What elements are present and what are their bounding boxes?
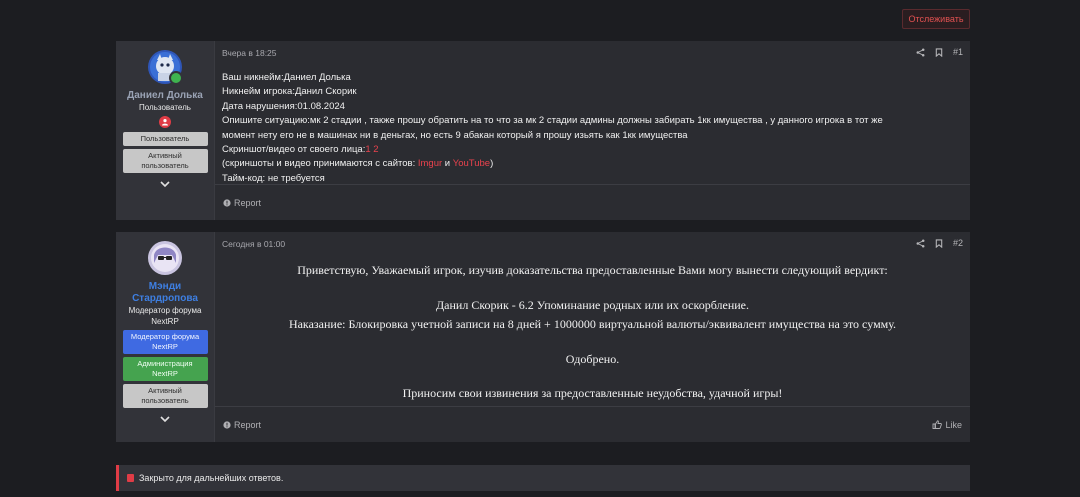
user-title: Пользователь — [139, 103, 191, 112]
message-text: Скриншот/видео от своего лица: — [222, 144, 366, 156]
chevron-down-icon[interactable] — [159, 414, 171, 424]
thread-closed-notice: Закрыто для дальнейших ответов. — [116, 465, 970, 491]
post-number[interactable]: #1 — [953, 47, 963, 57]
like-label: Like — [945, 419, 962, 430]
username-line: Мэнди — [148, 281, 182, 292]
message-line: момент нету его не в машинах ни в деньга… — [222, 129, 688, 141]
like-button[interactable]: Like — [932, 420, 962, 430]
message-text: и — [442, 158, 453, 170]
post-user-panel: Мэнди Стардропова Модератор форума NextR… — [116, 232, 215, 442]
report-icon — [223, 420, 231, 429]
report-label: Report — [234, 419, 262, 430]
report-label: Report — [234, 197, 262, 208]
message-line: Опишите ситуацию:мк 2 стадии , также про… — [222, 115, 883, 127]
post-body: Сегодня в 01:00 #2 Приветствую, Уважаемы… — [215, 232, 970, 442]
closed-notice-text: Закрыто для дальнейших ответов. — [139, 473, 284, 483]
post-date[interactable]: Сегодня в 01:00 — [222, 239, 285, 249]
post-actions: #1 — [916, 47, 963, 57]
post-message: Ваш никнейм:Даниел Долька Никнейм игрока… — [222, 71, 942, 186]
share-icon[interactable] — [916, 239, 925, 248]
user-banner-active: Активный пользователь — [122, 384, 208, 408]
message-paragraph: Приносим свои извинения за предоставленн… — [402, 386, 783, 400]
post-footer: Report Like — [215, 406, 970, 442]
lock-icon — [127, 474, 134, 482]
bookmark-icon[interactable] — [935, 238, 943, 248]
share-icon[interactable] — [916, 48, 925, 57]
thumbs-up-icon — [933, 420, 943, 429]
evidence-link-1[interactable]: 1 — [365, 144, 370, 155]
message-text: ) — [490, 158, 494, 170]
youtube-link[interactable]: YouTube — [453, 158, 490, 169]
message-paragraph: Приветствую, Уважаемый игрок, изучив док… — [297, 263, 888, 277]
message-paragraph: Данил Скорик - 6.2 Упоминание родных или… — [435, 297, 750, 312]
user-banner-active: Активный пользователь — [122, 149, 208, 173]
chevron-down-icon[interactable] — [159, 179, 171, 189]
message-line: Скриншот/видео от своего лица:1 2 — [222, 143, 942, 157]
report-button[interactable]: Report — [223, 420, 261, 430]
report-icon — [223, 198, 231, 207]
online-status-icon — [169, 71, 183, 85]
post-message: Приветствую, Уважаемый игрок, изучив док… — [215, 262, 970, 403]
username[interactable]: Мэнди Стардропова — [132, 281, 198, 305]
user-title: Модератор форума NextRP — [128, 306, 202, 326]
post-1: Даниел Долька Пользователь Пользователь … — [116, 41, 970, 220]
user-banner-user: Пользователь — [122, 132, 208, 146]
user-banner-admin: Администрация NextRP — [122, 357, 208, 381]
report-button[interactable]: Report — [223, 198, 261, 208]
post-body: Вчера в 18:25 #1 Ваш никнейм:Даниел Доль… — [215, 41, 970, 220]
post-number[interactable]: #2 — [953, 238, 963, 248]
bookmark-icon[interactable] — [935, 47, 943, 57]
post-user-panel: Даниел Долька Пользователь Пользователь … — [116, 41, 215, 220]
message-paragraph: Наказание: Блокировка учетной записи на … — [288, 317, 897, 331]
message-text: (скриншоты и видео принимаются с сайтов: — [222, 158, 418, 170]
user-banner-moderator: Модератор форума NextRP — [122, 330, 208, 354]
post-2: Мэнди Стардропова Модератор форума NextR… — [116, 232, 970, 442]
avatar[interactable] — [148, 241, 182, 275]
message-line: Никнейм игрока:Данил Скорик — [222, 86, 357, 98]
imgur-link[interactable]: Imgur — [418, 158, 442, 169]
post-actions: #2 — [916, 238, 963, 248]
post-date[interactable]: Вчера в 18:25 — [222, 48, 277, 58]
evidence-link-2[interactable]: 2 — [373, 144, 378, 155]
user-badge-icon — [159, 116, 171, 128]
message-line: Ваш никнейм:Даниел Долька — [222, 72, 351, 83]
post-footer: Report — [215, 184, 970, 220]
avatar[interactable] — [148, 50, 183, 85]
message-line: (скриншоты и видео принимаются с сайтов:… — [222, 157, 942, 171]
username-line: Стардропова — [132, 293, 198, 304]
message-line: Дата нарушения:01.08.2024 — [222, 100, 345, 112]
follow-button[interactable]: Отслеживать — [902, 9, 970, 29]
username[interactable]: Даниел Долька — [127, 90, 203, 102]
avatar-image — [148, 241, 182, 275]
message-paragraph: Одобрено. — [565, 351, 620, 366]
